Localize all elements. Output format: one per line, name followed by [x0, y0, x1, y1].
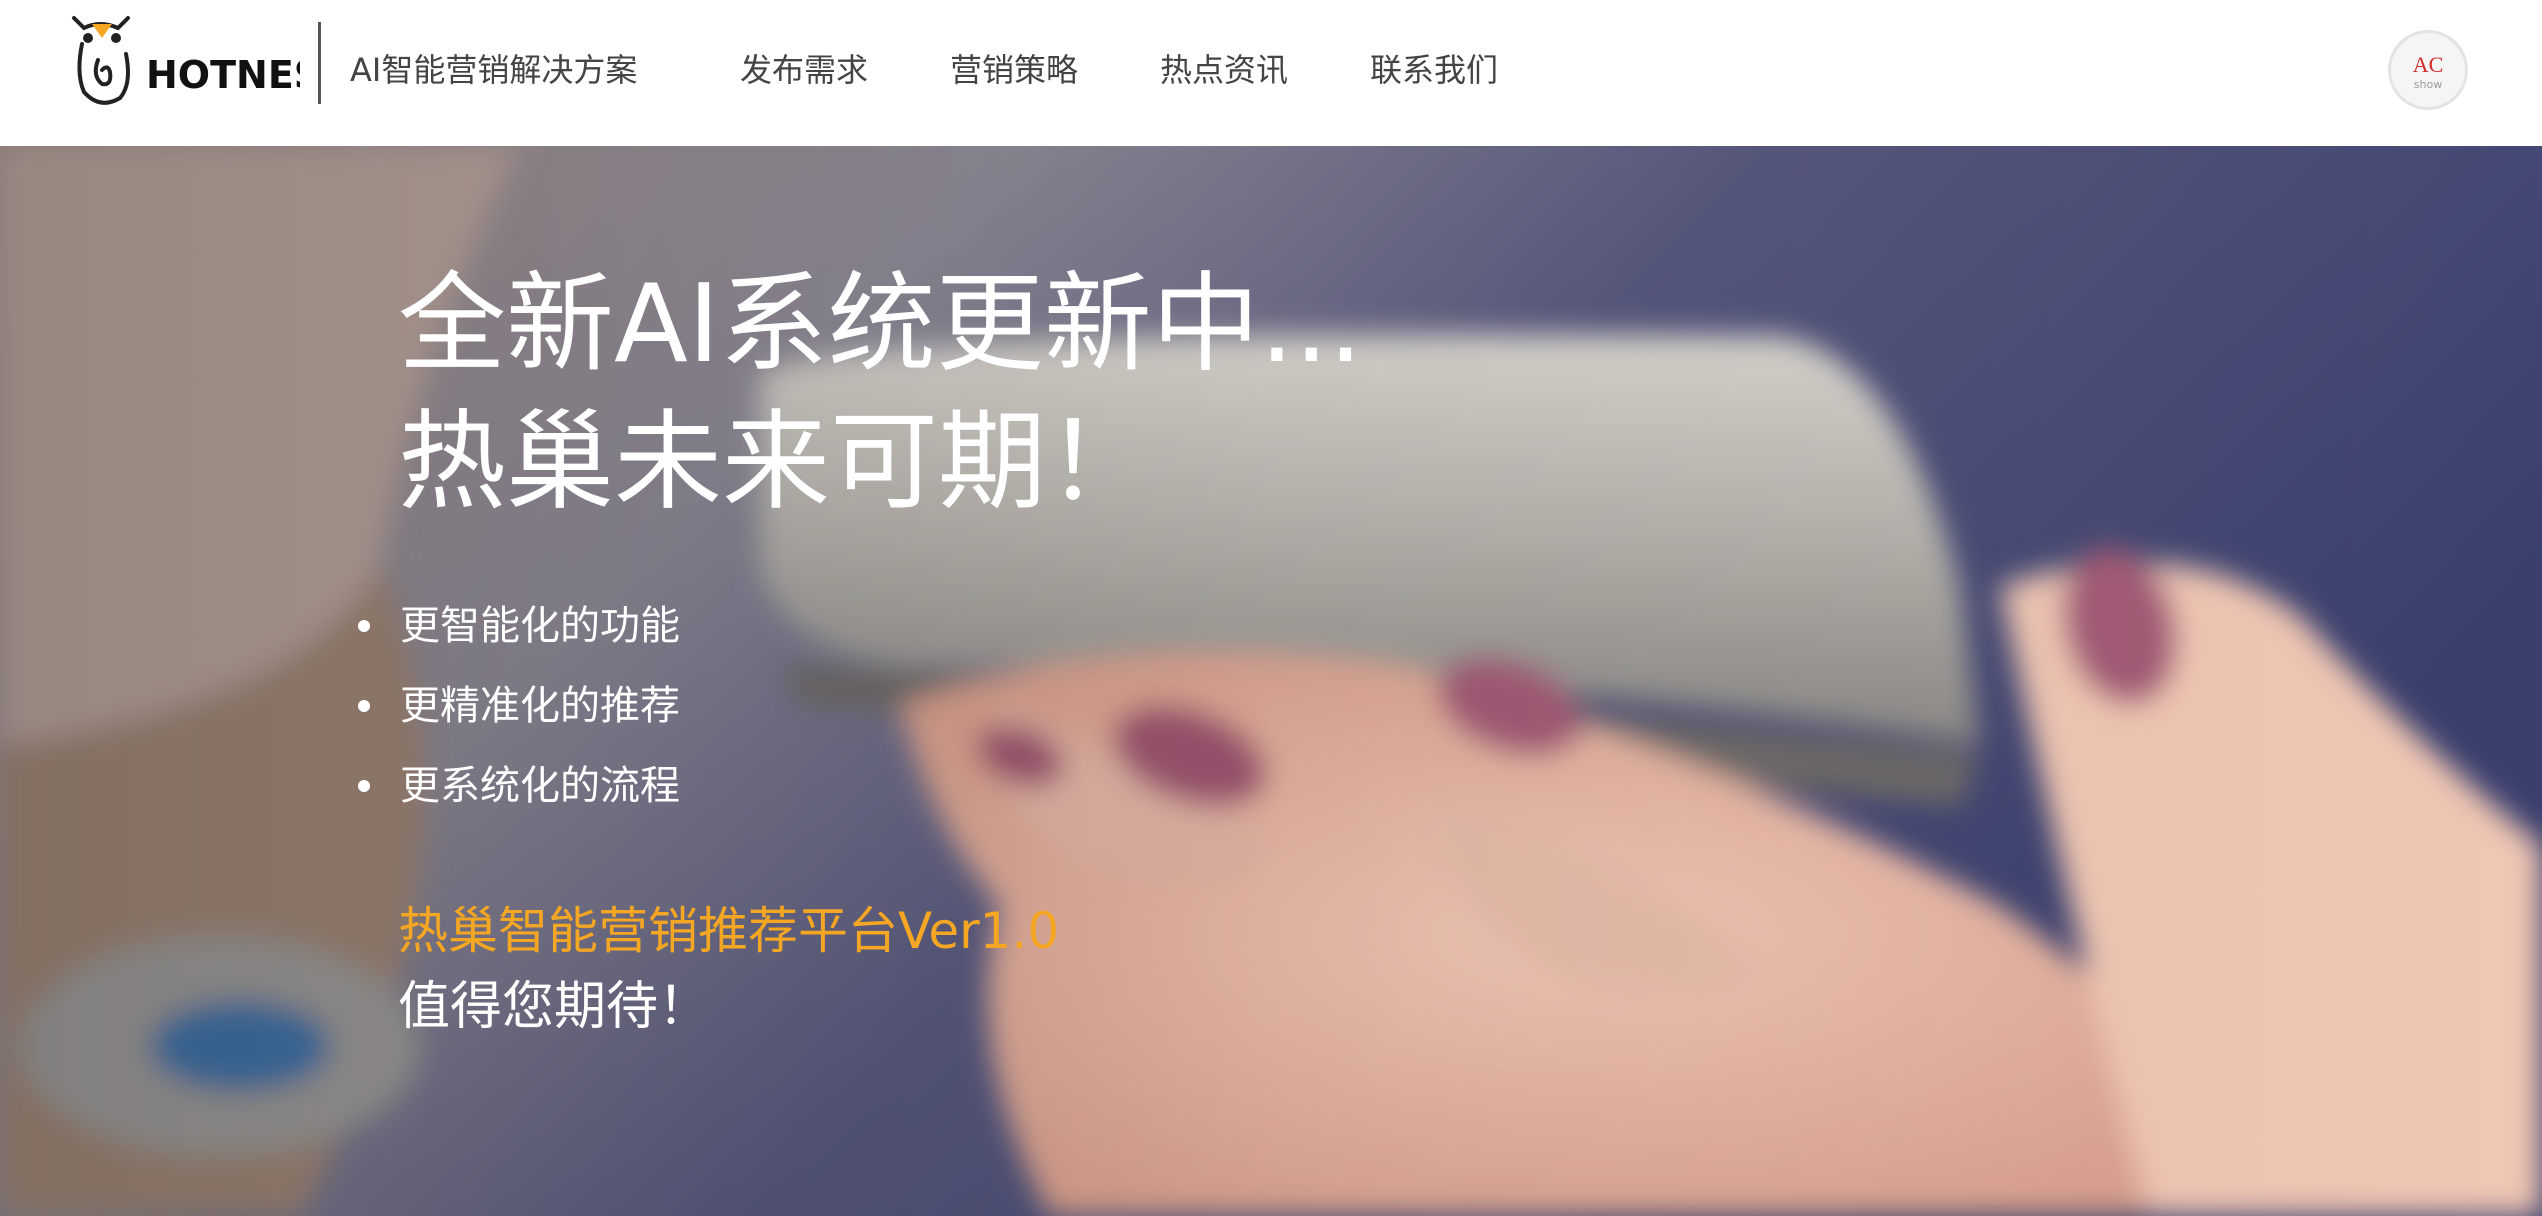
main-nav: 发布需求 营销策略 热点资讯 联系我们 — [740, 50, 1498, 90]
avatar-subtext: show — [2413, 78, 2443, 91]
feature-text: 更系统化的流程 — [400, 763, 680, 809]
platform-version: 热巢智能营销推荐平台Ver1.0 — [398, 902, 1060, 960]
feature-text: 更精准化的推荐 — [400, 683, 680, 729]
nav-item-news[interactable]: 热点资讯 — [1160, 50, 1288, 90]
logo-divider — [318, 22, 321, 104]
bullet-icon — [358, 700, 370, 712]
hero-headline-line1: 全新AI系统更新中... — [398, 262, 1363, 387]
user-avatar[interactable]: AC show — [2388, 30, 2468, 110]
hotnest-logo[interactable]: HOTNEST — [70, 14, 300, 114]
hero-headline: 全新AI系统更新中... 热巢未来可期！ — [398, 256, 1363, 532]
list-item: 更智能化的功能 — [358, 586, 680, 666]
list-item: 更系统化的流程 — [358, 746, 680, 826]
list-item: 更精准化的推荐 — [358, 666, 680, 746]
feature-list: 更智能化的功能 更精准化的推荐 更系统化的流程 — [358, 586, 680, 826]
bullet-icon — [358, 620, 370, 632]
hero-headline-line2: 热巢未来可期！ — [398, 400, 1155, 525]
avatar-initials: AC — [2412, 52, 2444, 77]
brand-tagline: AI智能营销解决方案 — [350, 51, 638, 89]
nav-item-strategy[interactable]: 营销策略 — [950, 50, 1078, 90]
site-header: HOTNEST AI智能营销解决方案 发布需求 营销策略 热点资讯 联系我们 A… — [0, 0, 2542, 147]
logo-wordmark: HOTNEST — [146, 53, 300, 97]
await-message: 值得您期待！ — [398, 977, 711, 1037]
hero-banner: 全新AI系统更新中... 热巢未来可期！ 更智能化的功能 更精准化的推荐 更系统… — [0, 146, 2542, 1216]
bullet-icon — [358, 780, 370, 792]
nav-item-contact[interactable]: 联系我们 — [1370, 50, 1498, 90]
feature-text: 更智能化的功能 — [400, 603, 680, 649]
nav-item-publish[interactable]: 发布需求 — [740, 50, 868, 90]
